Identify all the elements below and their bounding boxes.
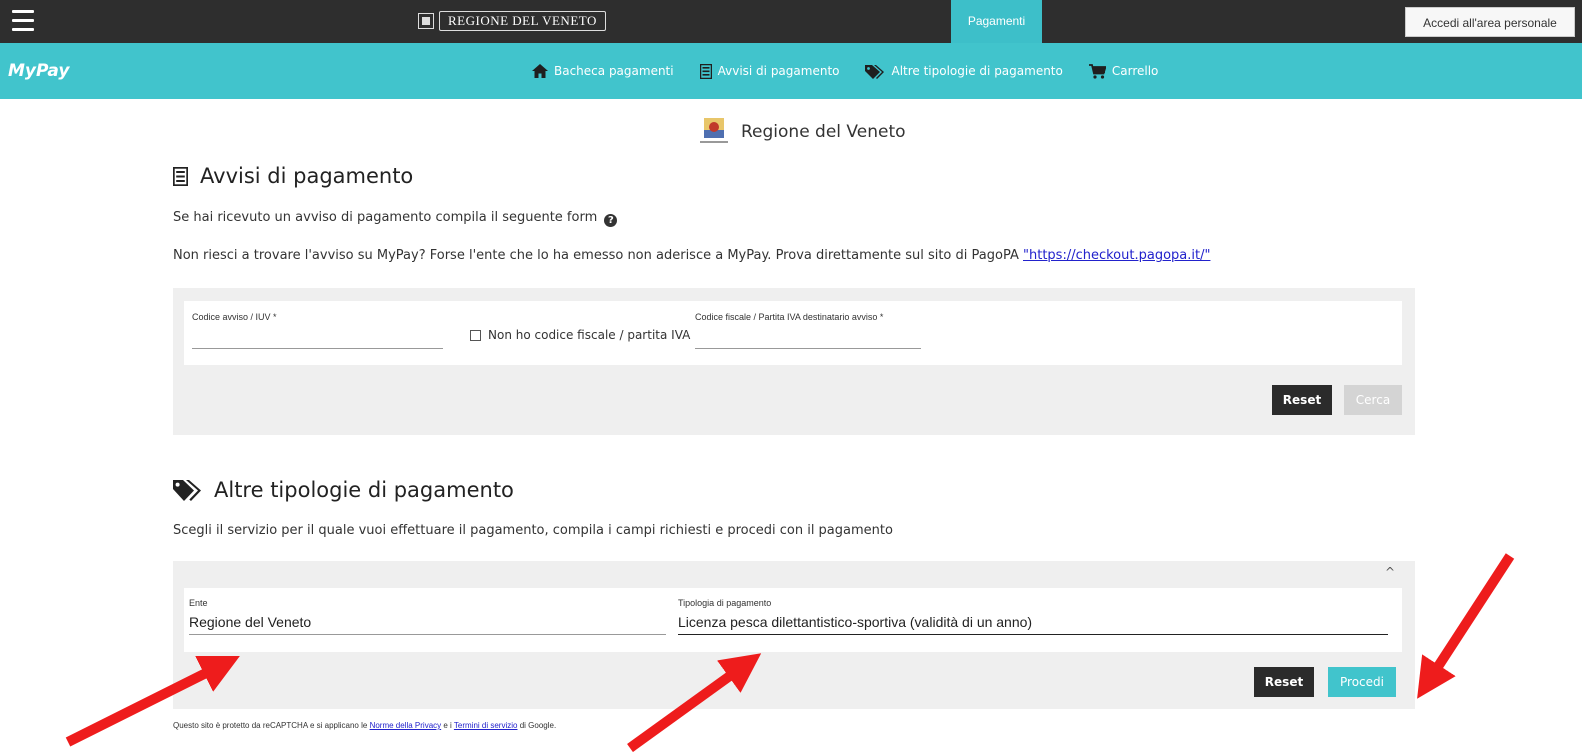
footer-text: e i <box>443 721 452 730</box>
nav-item-carrello[interactable]: Carrello <box>1088 63 1159 79</box>
footer-text: Questo sito è protetto da reCAPTCHA e si… <box>173 721 368 730</box>
menu-icon[interactable] <box>12 10 34 32</box>
altre-title: Altre tipologie di pagamento <box>173 478 514 502</box>
cf-input-underline <box>695 348 921 349</box>
terms-link[interactable]: Termini di servizio <box>454 721 518 730</box>
avvisi-form-panel: Codice avviso / IUV * Non ho codice fisc… <box>173 288 1415 435</box>
no-cf-checkbox[interactable] <box>470 329 481 341</box>
avvisi-notice-text: Non riesci a trovare l'avviso su MyPay? … <box>173 248 1019 263</box>
collapse-chevron-icon[interactable]: ^ <box>1385 565 1395 579</box>
tags-icon <box>865 64 885 79</box>
nav-item-label: Bacheca pagamenti <box>554 64 674 78</box>
nav-item-altre-tipologie[interactable]: Altre tipologie di pagamento <box>865 64 1063 79</box>
altre-form-panel: ^ Ente Regione del Veneto Tipologia di p… <box>173 561 1415 709</box>
altre-reset-button[interactable]: Reset <box>1254 667 1314 697</box>
proceed-button[interactable]: Procedi <box>1328 667 1396 697</box>
avvisi-notice: Non riesci a trovare l'avviso su MyPay? … <box>173 248 1210 263</box>
no-cf-checkbox-wrap[interactable]: Non ho codice fiscale / partita IVA <box>470 328 690 342</box>
nav-item-label: Avvisi di pagamento <box>717 64 840 78</box>
nav-items: Bacheca pagamenti Avvisi di pagamento Al… <box>532 43 1184 99</box>
brand-logo[interactable]: REGIONE DEL VENETO <box>418 11 606 31</box>
nav-item-label: Carrello <box>1111 64 1159 78</box>
avvisi-title: Avvisi di pagamento <box>173 164 413 188</box>
ente-select[interactable]: Regione del Veneto <box>189 614 665 630</box>
nav-item-bacheca[interactable]: Bacheca pagamenti <box>532 64 674 78</box>
ente-name: Regione del Veneto <box>741 122 906 142</box>
privacy-link[interactable]: Norme della Privacy <box>370 721 442 730</box>
iuv-input[interactable] <box>192 329 442 347</box>
iuv-label: Codice avviso / IUV * <box>192 312 277 322</box>
avvisi-title-text: Avvisi di pagamento <box>200 164 414 188</box>
tags-icon <box>173 480 201 501</box>
regione-emblem-icon <box>418 13 434 29</box>
ente-field-label: Ente <box>189 598 208 608</box>
annotation-arrow-procedi <box>1417 553 1515 699</box>
help-icon[interactable]: ? <box>604 214 618 227</box>
avvisi-intro-text: Se hai ricevuto un avviso di pagamento c… <box>173 210 598 225</box>
document-icon <box>699 63 712 79</box>
tipologia-select-underline <box>678 634 1388 635</box>
ente-select-underline <box>189 634 666 635</box>
top-bar: REGIONE DEL VENETO Pagamenti Accedi all'… <box>0 0 1582 43</box>
iuv-input-underline <box>192 348 443 349</box>
home-icon <box>532 64 548 78</box>
cf-label: Codice fiscale / Partita IVA destinatari… <box>695 312 884 322</box>
no-cf-checkbox-label: Non ho codice fiscale / partita IVA <box>488 328 691 342</box>
nav-item-avvisi[interactable]: Avvisi di pagamento <box>699 63 840 79</box>
avvisi-reset-button[interactable]: Reset <box>1272 385 1332 415</box>
recaptcha-footer: Questo sito è protetto da reCAPTCHA e si… <box>173 721 556 730</box>
nav-item-label: Altre tipologie di pagamento <box>891 64 1063 78</box>
cf-input[interactable] <box>695 329 920 347</box>
footer-text: di Google. <box>519 721 557 730</box>
tab-pagamenti[interactable]: Pagamenti <box>951 0 1042 43</box>
altre-form-row: Ente Regione del Veneto Tipologia di pag… <box>184 588 1402 652</box>
brand-name: REGIONE DEL VENETO <box>439 11 606 31</box>
altre-title-text: Altre tipologie di pagamento <box>214 478 514 502</box>
mypay-logo[interactable]: MyPay <box>8 61 69 81</box>
tipologia-field-label: Tipologia di pagamento <box>678 598 772 608</box>
cart-icon <box>1088 63 1106 79</box>
tipologia-select[interactable]: Licenza pesca dilettantistico-sportiva (… <box>678 614 1378 630</box>
document-icon <box>173 166 188 186</box>
avvisi-form-row: Codice avviso / IUV * Non ho codice fisc… <box>184 301 1402 365</box>
altre-intro: Scegli il servizio per il quale vuoi eff… <box>173 523 893 538</box>
main-navbar: MyPay Bacheca pagamenti Avvisi di pagame… <box>0 43 1582 99</box>
pagopa-link[interactable]: "https://checkout.pagopa.it/" <box>1023 248 1210 263</box>
avvisi-search-button[interactable]: Cerca <box>1344 385 1402 415</box>
avvisi-intro: Se hai ricevuto un avviso di pagamento c… <box>173 210 618 227</box>
ente-logo-icon <box>700 118 728 143</box>
ente-header: Regione del Veneto <box>697 117 906 147</box>
login-button[interactable]: Accedi all'area personale <box>1405 7 1575 37</box>
